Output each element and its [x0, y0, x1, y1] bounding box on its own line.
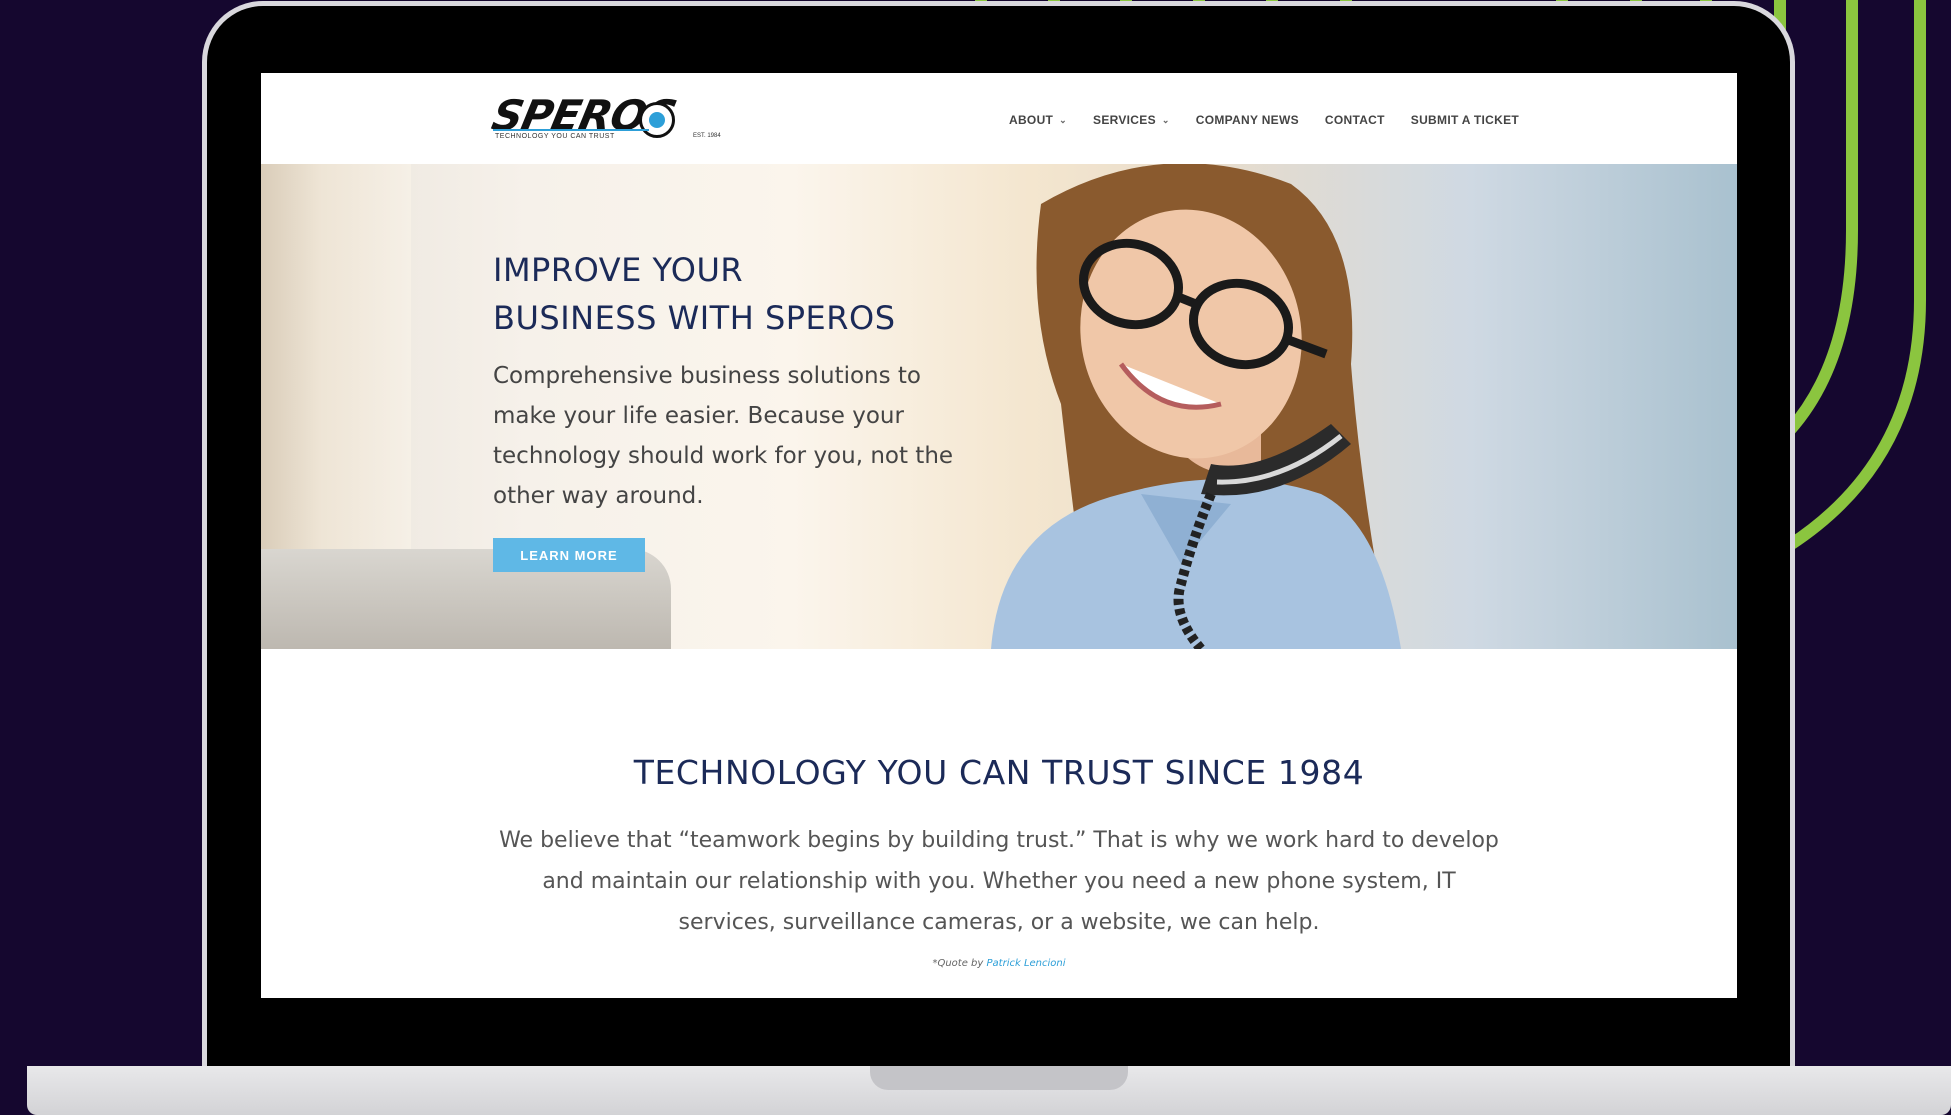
nav-item-submit-ticket[interactable]: SUBMIT A TICKET	[1411, 113, 1519, 127]
hero-title: IMPROVE YOUR BUSINESS WITH SPEROS	[493, 246, 896, 342]
quote-prefix: *Quote by	[932, 958, 984, 969]
nav-item-label: SUBMIT A TICKET	[1410, 113, 1520, 127]
intro-title: TECHNOLOGY YOU CAN TRUST SINCE 1984	[633, 753, 1365, 792]
nav-item-label: COMPANY NEWS	[1195, 113, 1299, 127]
chevron-down-icon: ⌄	[1161, 114, 1170, 125]
logo-est: EST. 1984	[693, 133, 721, 139]
nav-item-contact[interactable]: CONTACT	[1325, 113, 1385, 127]
main-nav: ABOUT ⌄ SERVICES ⌄ COMPANY NEWS CONTACT …	[1009, 113, 1519, 127]
intro-text: We believe that “teamwork begins by buil…	[499, 828, 1499, 935]
quote-author-link[interactable]: Patrick Lencioni	[987, 958, 1066, 969]
nav-item-label: CONTACT	[1324, 113, 1385, 127]
hero-banner: IMPROVE YOUR BUSINESS WITH SPEROS Compre…	[261, 164, 1737, 649]
logo-eye-icon	[639, 102, 675, 138]
nav-item-company-news[interactable]: COMPANY NEWS	[1196, 113, 1299, 127]
speros-logo[interactable]: SPEROS TECHNOLOGY YOU CAN TRUST EST. 198…	[488, 91, 739, 145]
chevron-down-icon: ⌄	[1059, 114, 1068, 125]
hero-photo-woman-on-phone	[991, 164, 1401, 649]
quote-credit: *Quote by Patrick Lencioni	[261, 958, 1737, 969]
laptop-notch	[870, 1066, 1128, 1090]
hero-title-line2: BUSINESS WITH SPEROS	[493, 299, 896, 337]
site-header: SPEROS TECHNOLOGY YOU CAN TRUST EST. 198…	[261, 73, 1737, 164]
nav-item-services[interactable]: SERVICES ⌄	[1093, 113, 1170, 127]
logo-tagline: TECHNOLOGY YOU CAN TRUST	[495, 133, 615, 140]
logo-underline	[493, 129, 649, 131]
hero-description: Comprehensive business solutions to make…	[493, 363, 954, 509]
nav-item-label: ABOUT	[1009, 113, 1054, 127]
nav-item-about[interactable]: ABOUT ⌄	[1009, 113, 1067, 127]
website-screen: SPEROS TECHNOLOGY YOU CAN TRUST EST. 198…	[261, 73, 1737, 998]
learn-more-button[interactable]: LEARN MORE	[493, 538, 645, 572]
nav-item-label: SERVICES	[1093, 113, 1156, 127]
hero-title-line1: IMPROVE YOUR	[493, 251, 744, 289]
